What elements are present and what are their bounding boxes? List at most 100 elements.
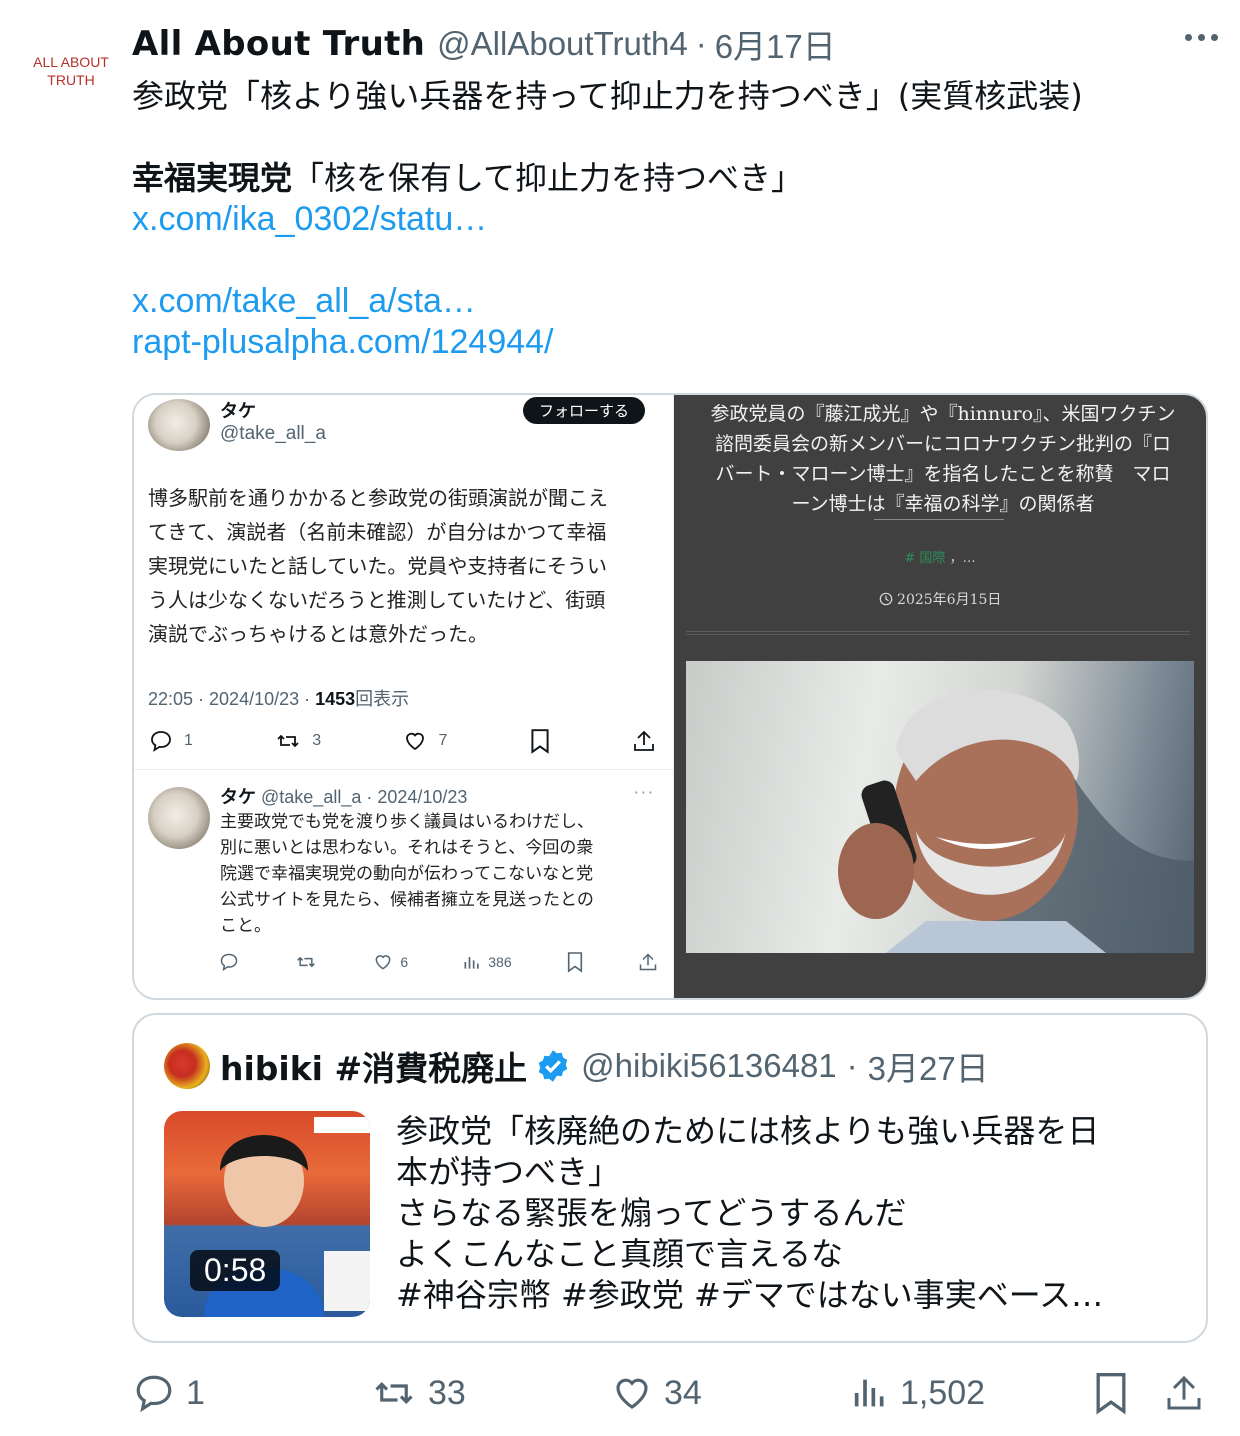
bookmark-icon [1096,1373,1126,1415]
embedded-reply-line: 公式サイトを見たら、候補者擁立を見送ったとの [220,890,594,910]
tweet-link-1[interactable]: x.com/ika_0302/statu… [132,200,487,238]
article-rule [686,631,1190,635]
reply-button[interactable]: 1 [132,1368,205,1418]
tweet-line-2-rest: 「核を保有して抑止力を持つべき」 [292,159,804,197]
quote-text-line: よくこんなこと真顔で言えるな [396,1235,844,1273]
share-icon [634,730,654,751]
article-tag-more: ，… [949,551,976,566]
reply-count: 1 [186,1373,205,1412]
embedded-reply-share [638,951,658,973]
tweet-link-1-row: x.com/ika_0302/statu… [132,199,1212,240]
article-separator [874,519,1004,520]
quote-header: hibiki #消費税廃止 @hibiki56136481 · 3月27日 [220,1043,989,1089]
quote-text-line: #神谷宗幣 #参政党 #デマではない事実ベース… [396,1276,1104,1314]
tweet-text: 参政党「核より強い兵器を持って抑止力を持つべき」(実質核武装) 幸福実現党「核を… [132,76,1212,363]
embedded-reply-reply [218,952,240,972]
tweet-link-3-row: rapt-plusalpha.com/124944/ [132,322,1212,363]
heart-icon [375,955,391,970]
heart-icon [616,1378,648,1409]
share-icon [1167,1375,1201,1410]
video-duration: 0:58 [190,1250,281,1291]
tweet-date[interactable]: 6月17日 [715,20,836,68]
cat-avatar [148,399,210,451]
tweet-line-2: 幸福実現党「核を保有して抑止力を持つべき」 [132,158,1212,199]
tweet-media[interactable]: タケ @take_all_a フォローする 博多駅前を通りかかると参政党の街頭演… [132,393,1208,1000]
views-button[interactable]: 1,502 [850,1368,985,1418]
quoted-tweet[interactable]: hibiki #消費税廃止 @hibiki56136481 · 3月27日 0:… [132,1013,1208,1343]
embedded-reply-more-icon: ··· [633,783,655,802]
embedded-divider [134,769,673,770]
quote-author-handle: @hibiki56136481 [581,1047,837,1084]
reply-icon [220,953,238,972]
more-options-icon[interactable] [1185,34,1218,41]
quote-text-line: 本が持つべき」 [396,1153,621,1191]
embedded-reply-like: 6 [372,952,408,972]
embedded-reply-count: 1 [184,732,193,749]
embedded-reply-line: 主要政党でも党を渡り歩く議員はいるわけだし、 [220,812,594,832]
tweet-line-1: 参政党「核より強い兵器を持って抑止力を持つべき」(実質核武装) [132,77,1083,115]
share-button[interactable] [1164,1368,1204,1418]
embedded-reply-bookmark [566,951,584,973]
embedded-retweet-count: 3 [312,732,322,749]
embedded-author-handle: @take_all_a [220,423,326,444]
man-on-phone-photo [686,661,1194,953]
quote-author-avatar [164,1043,210,1089]
tweet-link-2[interactable]: x.com/take_all_a/sta… [132,282,476,320]
embedded-reply-views: 386 [462,952,512,972]
article-headline-line: 参政党員の『藤江成光』や『hinnuro』、米国ワクチン [710,403,1176,425]
like-count: 34 [664,1373,702,1412]
views-icon [854,1379,884,1407]
tweet-blank-2 [132,240,1212,281]
author-handle[interactable]: @AllAboutTruth4 [437,25,688,63]
author-name[interactable]: All About Truth [132,24,425,64]
embedded-body-line: う人は少なくないだろうと推測していたけど、街頭 [148,588,606,612]
man-on-phone-illustration [838,689,1194,953]
article-tag: # 国際 [904,551,946,566]
view-count: 1,502 [900,1373,986,1412]
embedded-body-line: 演説でぶっちゃけるとは意外だった。 [148,622,488,646]
author-avatar[interactable]: ALL ABOUT TRUTH [30,30,112,112]
quote-separator: · [846,1047,858,1084]
embedded-tweet-body: 博多駅前を通りかかると参政党の街頭演説が聞こえ てきて、演説者（名前未確認）が自… [148,481,648,651]
follow-button: フォローする [522,397,645,424]
embedded-meta-time: 22:05 · 2024/10/23 · [148,689,316,709]
retweet-button[interactable]: 33 [370,1368,466,1418]
embedded-reply-body: 主要政党でも党を渡り歩く議員はいるわけだし、 別に悪いとは思わない。それはそうと… [220,809,660,939]
article-date: 2025年6月15日 [674,589,1206,609]
views-icon [464,957,479,969]
article-headline-line: ーン博士は『幸福の科学』の関係者 [791,493,1095,515]
embedded-reply-line: こと。 [220,916,271,936]
retweet-count: 33 [428,1373,466,1412]
embedded-reply-actions: 6 386 [218,951,658,973]
embedded-actions: 1 3 7 [148,728,656,754]
embedded-reply-like-count: 6 [400,954,409,970]
media-article-right[interactable]: 参政党員の『藤江成光』や『hinnuro』、米国ワクチン 諮問委員会の新メンバー… [674,395,1206,998]
quote-text: 参政党「核廃絶のためには核よりも強い兵器を日 本が持つべき」 さらなる緊張を煽っ… [396,1111,1186,1316]
avatar-logo-line2: TRUTH [47,72,95,88]
embedded-meta-views-label: 回表示 [355,689,410,709]
quote-date: 3月27日 [867,1050,989,1087]
header-separator: · [695,25,707,62]
article-tags: # 国際 ，… [674,547,1206,566]
tweet-link-3[interactable]: rapt-plusalpha.com/124944/ [132,323,554,361]
tweet-line-2-bold: 幸福実現党 [132,159,293,197]
reply-icon [136,1375,172,1413]
embedded-reply-name: タケ [220,787,256,807]
embedded-meta: 22:05 · 2024/10/23 · 1453回表示 [148,685,409,711]
embedded-retweet-stat: 3 [274,729,321,753]
share-icon [639,953,657,971]
embedded-author-name: タケ [220,401,256,422]
article-headline: 参政党員の『藤江成光』や『hinnuro』、米国ワクチン 諮問委員会の新メンバー… [688,399,1198,519]
like-button[interactable]: 34 [610,1368,702,1418]
embedded-reply-view-count: 386 [488,954,512,970]
embedded-body-line: 実現党にいたと話していた。党員や支持者にそうい [148,554,607,578]
embedded-reply-header: タケ @take_all_a · 2024/10/23 [220,783,467,809]
media-screenshot-left[interactable]: タケ @take_all_a フォローする 博多駅前を通りかかると参政党の街頭演… [134,395,674,998]
tweet-blank-1 [132,117,1212,158]
embedded-body-line: 博多駅前を通りかかると参政党の街頭演説が聞こえ [148,486,608,510]
quote-author-name: hibiki #消費税廃止 [220,1049,528,1088]
quote-video-thumbnail[interactable]: 0:58 [164,1111,370,1317]
bookmark-button[interactable] [1092,1368,1130,1418]
embedded-reply-line: 別に悪いとは思わない。それはそうと、今回の衆 [220,838,594,858]
embedded-like-stat: 7 [402,729,447,753]
